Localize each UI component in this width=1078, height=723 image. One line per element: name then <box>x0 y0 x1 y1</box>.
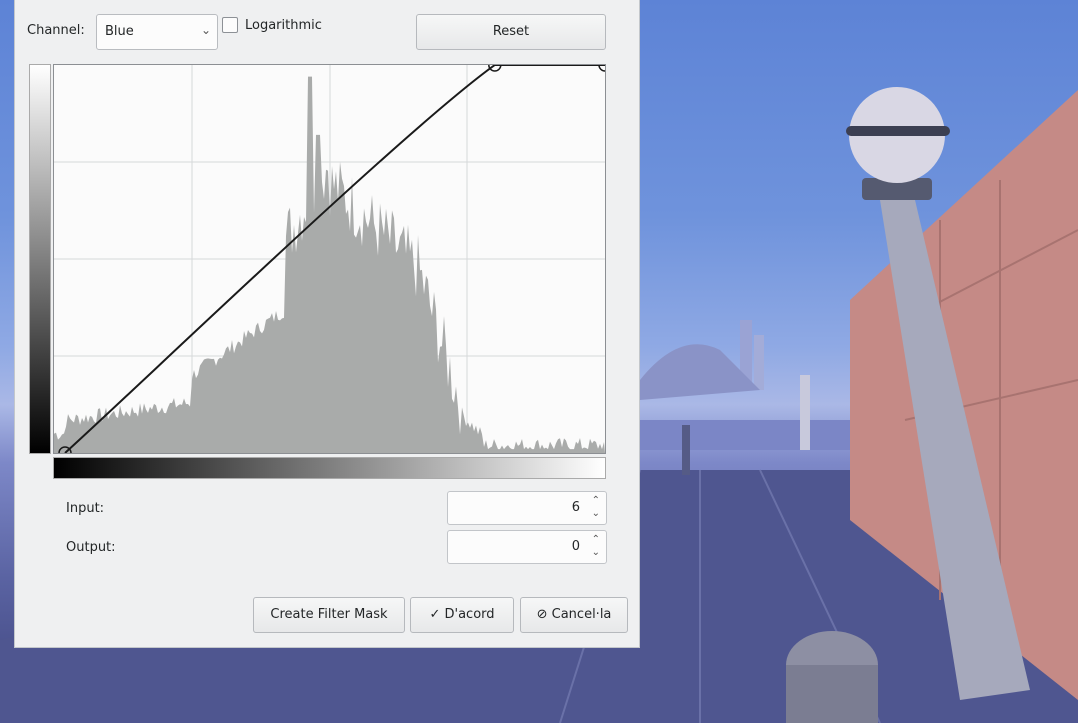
cancel-button[interactable]: ⊘ Cancel·la <box>520 597 628 633</box>
channel-label: Channel: <box>27 23 85 38</box>
small-lamp <box>800 375 810 450</box>
channel-value: Blue <box>105 24 134 39</box>
spin-arrows-icon[interactable]: ⌃ ⌄ <box>592 494 600 520</box>
curves-dialog: Channel: Blue ⌄ Logarithmic Reset Input:… <box>14 0 640 648</box>
output-value: 0 <box>571 539 580 554</box>
create-filter-mask-label: Create Filter Mask <box>270 607 388 622</box>
skyscraper <box>754 335 764 390</box>
cancel-icon: ⊘ <box>536 607 548 622</box>
create-filter-mask-button[interactable]: Create Filter Mask <box>253 597 405 633</box>
ok-label: D'acord <box>444 607 495 622</box>
input-gradient-bar <box>53 457 606 479</box>
reset-button[interactable]: Reset <box>416 14 606 50</box>
input-label: Input: <box>66 501 105 516</box>
logarithmic-label: Logarithmic <box>245 18 322 33</box>
cancel-label: Cancel·la <box>551 607 612 622</box>
curve-editor[interactable] <box>53 58 612 460</box>
reset-label: Reset <box>492 24 530 39</box>
output-label: Output: <box>66 540 116 555</box>
lamp-ring <box>846 126 950 136</box>
output-gradient-bar <box>29 64 51 454</box>
spin-arrows-icon[interactable]: ⌃ ⌄ <box>592 533 600 559</box>
curve-graph[interactable] <box>54 58 612 460</box>
output-spinbox[interactable]: 0 ⌃ ⌄ <box>447 530 607 564</box>
ok-button[interactable]: ✓ D'acord <box>410 597 514 633</box>
harbour <box>640 420 860 450</box>
channel-combobox[interactable]: Blue ⌄ <box>96 14 218 50</box>
chevron-down-icon: ⌄ <box>200 23 211 37</box>
person <box>682 425 690 475</box>
check-icon: ✓ <box>429 607 441 622</box>
input-spinbox[interactable]: 6 ⌃ ⌄ <box>447 491 607 525</box>
input-value: 6 <box>571 500 580 515</box>
trash-bin-body <box>786 665 878 723</box>
logarithmic-checkbox[interactable] <box>222 17 238 33</box>
